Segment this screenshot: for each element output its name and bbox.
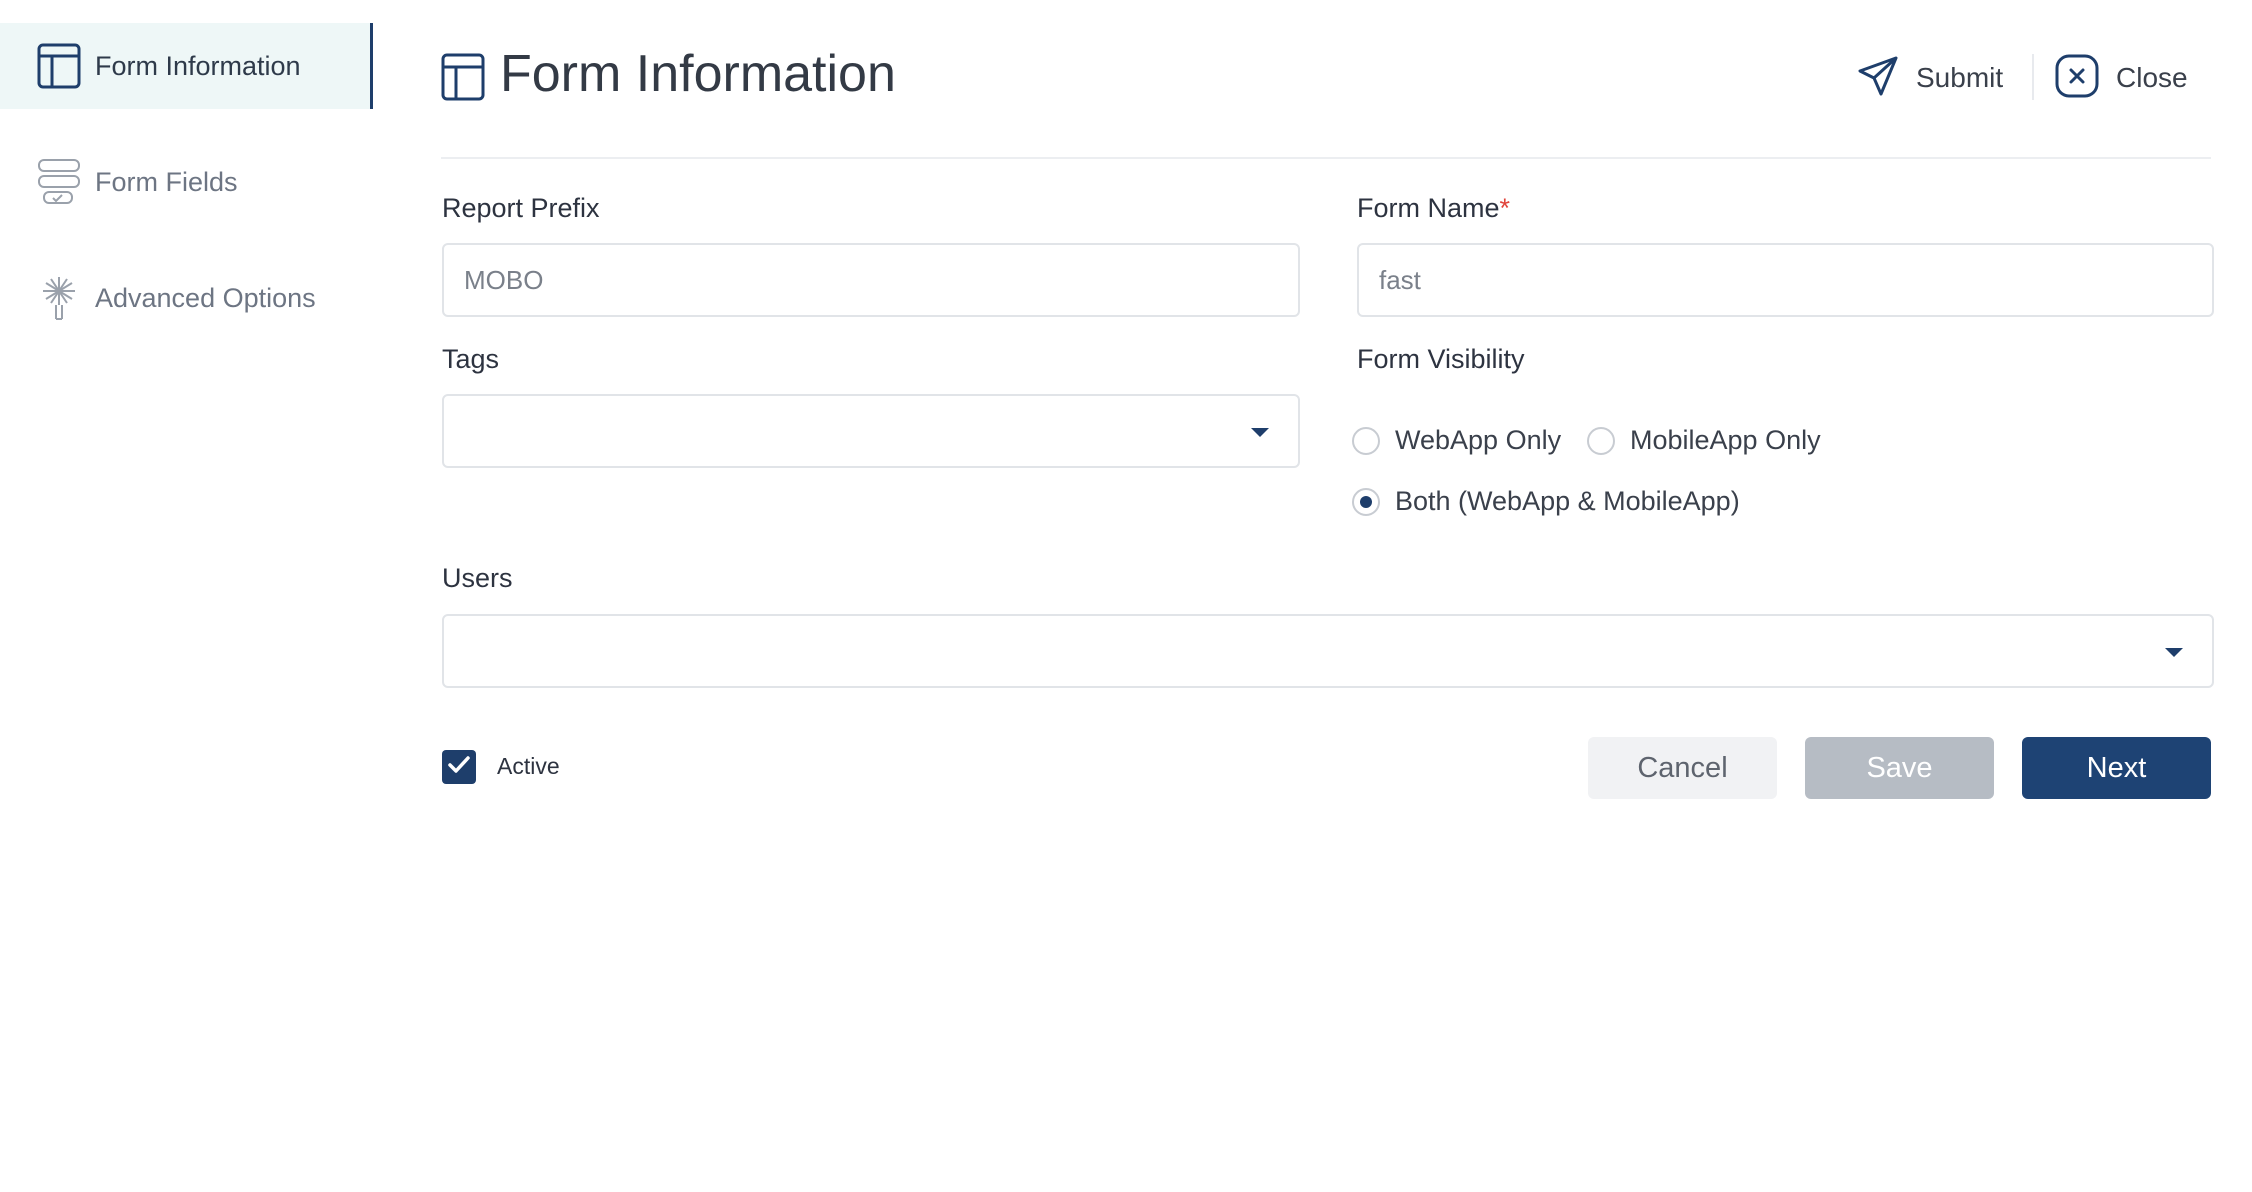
- report-prefix-input[interactable]: MOBO: [442, 243, 1300, 317]
- close-icon: [2054, 53, 2100, 104]
- form-name-label-text: Form Name: [1357, 193, 1500, 223]
- close-button[interactable]: Close: [2054, 50, 2188, 106]
- radio-both[interactable]: Both (WebApp & MobileApp): [1352, 486, 1740, 517]
- next-button[interactable]: Next: [2022, 737, 2211, 799]
- save-button[interactable]: Save: [1805, 737, 1994, 799]
- tags-label: Tags: [442, 344, 500, 374]
- layout-icon: [440, 52, 486, 102]
- sidebar: Form Information Form Fields Advanced Op…: [0, 0, 373, 1192]
- users-select[interactable]: [442, 614, 2214, 688]
- radio-webapp-only[interactable]: WebApp Only: [1352, 425, 1561, 456]
- form-name-value: fast: [1379, 264, 1421, 295]
- close-label: Close: [2116, 62, 2188, 93]
- submit-label: Submit: [1916, 62, 2004, 93]
- radio-circle-checked: [1352, 487, 1380, 516]
- active-label: Active: [497, 753, 560, 779]
- form-fields-icon: [35, 156, 83, 208]
- form-name-label: Form Name*: [1357, 193, 1510, 224]
- sidebar-item-form-fields[interactable]: Form Fields: [0, 139, 373, 225]
- radio-circle: [1587, 426, 1615, 455]
- form-visibility-label: Form Visibility: [1357, 344, 1525, 374]
- send-icon: [1856, 54, 1900, 103]
- radio-mobileapp-only[interactable]: MobileApp Only: [1587, 425, 1821, 456]
- tags-select[interactable]: [442, 394, 1300, 468]
- chevron-down-icon: [1251, 428, 1269, 437]
- sidebar-item-form-information[interactable]: Form Information: [0, 23, 373, 109]
- sidebar-item-label: Form Fields: [95, 166, 238, 197]
- header-divider: [441, 157, 2211, 159]
- sidebar-item-advanced-options[interactable]: Advanced Options: [0, 255, 373, 341]
- radio-circle: [1352, 426, 1380, 455]
- page-title: Form Information: [500, 45, 896, 103]
- radio-label: WebApp Only: [1395, 425, 1562, 455]
- checkmark-icon: [446, 752, 472, 783]
- required-marker: *: [1499, 193, 1511, 223]
- radio-label: Both (WebApp & MobileApp): [1395, 486, 1740, 516]
- app-root: Form Information Form Fields Advanced Op…: [0, 0, 2252, 1192]
- chevron-down-icon: [2165, 648, 2183, 657]
- sidebar-item-label: Form Information: [95, 50, 301, 81]
- submit-button[interactable]: Submit: [1856, 50, 2003, 106]
- report-prefix-value: MOBO: [464, 264, 544, 295]
- active-checkbox[interactable]: [442, 750, 476, 784]
- advanced-options-icon: [35, 272, 83, 324]
- form-name-input[interactable]: fast: [1357, 243, 2214, 317]
- sidebar-item-label: Advanced Options: [95, 282, 316, 313]
- users-label: Users: [442, 563, 513, 593]
- report-prefix-label: Report Prefix: [442, 193, 600, 223]
- header-separator: [2032, 54, 2034, 100]
- radio-label: MobileApp Only: [1630, 425, 1821, 455]
- cancel-button[interactable]: Cancel: [1588, 737, 1777, 799]
- layout-icon: [35, 40, 83, 92]
